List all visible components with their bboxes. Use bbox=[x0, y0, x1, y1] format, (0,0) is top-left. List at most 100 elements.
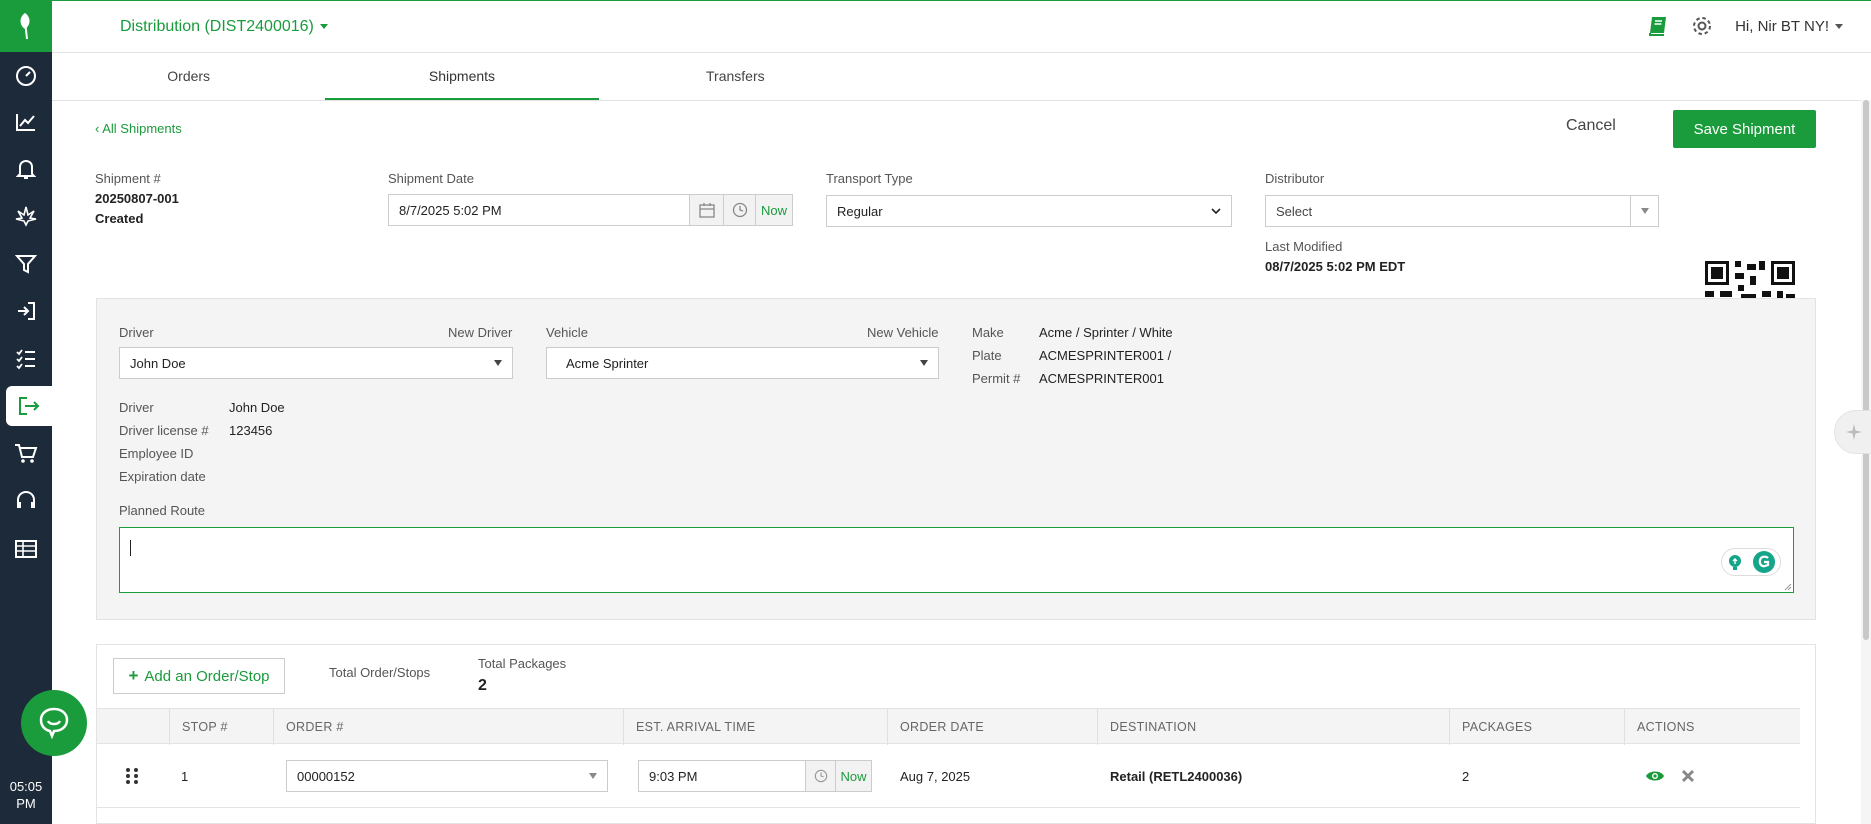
vehicle-label: Vehicle bbox=[546, 325, 588, 340]
top-bar: Distribution (DIST2400016) Hi, Nir BT NY… bbox=[52, 0, 1871, 53]
arrival-now-button[interactable]: Now bbox=[836, 760, 872, 792]
last-modified-value: 08/7/2025 5:02 PM EDT bbox=[1265, 259, 1406, 274]
gear-icon[interactable] bbox=[1691, 15, 1713, 37]
table-icon[interactable] bbox=[0, 529, 52, 569]
order-number-value: 00000152 bbox=[297, 768, 355, 784]
scrollbar-thumb[interactable] bbox=[1863, 100, 1869, 640]
plate-value: ACMESPRINTER001 / bbox=[1039, 348, 1172, 363]
info-driver-label: Driver bbox=[119, 400, 154, 415]
transport-type-select[interactable]: Regular bbox=[826, 195, 1232, 227]
planned-route-textarea[interactable] bbox=[119, 527, 1794, 593]
clock-period: PM bbox=[16, 796, 36, 811]
cart-icon[interactable] bbox=[0, 434, 52, 474]
tab-orders[interactable]: Orders bbox=[52, 54, 325, 100]
user-greeting[interactable]: Hi, Nir BT NY! bbox=[1735, 18, 1843, 35]
transport-type-value: Regular bbox=[837, 203, 883, 219]
clock-time: 05:05 bbox=[9, 779, 43, 794]
orders-table-header: STOP # ORDER # EST. ARRIVAL TIME ORDER D… bbox=[97, 708, 1800, 745]
plate-label: Plate bbox=[972, 348, 1002, 363]
make-label: Make bbox=[972, 325, 1004, 340]
back-to-shipments-link[interactable]: ‹ All Shipments bbox=[95, 121, 182, 136]
text-cursor bbox=[130, 540, 131, 556]
shipment-number: 20250807-001 bbox=[95, 191, 179, 206]
drag-handle-icon[interactable] bbox=[125, 744, 139, 808]
driver-select-value: John Doe bbox=[130, 355, 186, 371]
sparkle-icon bbox=[1846, 424, 1862, 440]
packages-count: 2 bbox=[1462, 768, 1470, 784]
total-packages-value: 2 bbox=[478, 677, 487, 694]
info-driver-value: John Doe bbox=[229, 400, 285, 415]
column-header[interactable]: EST. ARRIVAL TIME bbox=[623, 709, 887, 745]
lightbulb-icon bbox=[1729, 555, 1741, 570]
shipment-status: Created bbox=[95, 211, 144, 226]
order-date: Aug 7, 2025 bbox=[900, 768, 971, 784]
eye-icon[interactable] bbox=[1645, 744, 1665, 808]
caret-down-icon bbox=[589, 773, 597, 779]
remove-icon[interactable] bbox=[1681, 744, 1695, 808]
tab-transfers[interactable]: Transfers bbox=[599, 54, 872, 100]
calendar-icon[interactable] bbox=[690, 194, 724, 226]
resize-handle-icon[interactable] bbox=[1784, 583, 1792, 591]
bell-icon[interactable] bbox=[0, 149, 52, 189]
column-header[interactable]: STOP # bbox=[169, 709, 273, 745]
distributor-label: Distributor bbox=[1265, 171, 1325, 186]
last-modified-label: Last Modified bbox=[1265, 239, 1343, 254]
tab-shipments[interactable]: Shipments bbox=[325, 54, 599, 100]
back-link-label: All Shipments bbox=[102, 121, 182, 136]
destination: Retail (RETL2400036) bbox=[1110, 768, 1243, 784]
distributor-select[interactable]: Select bbox=[1265, 195, 1659, 227]
clock-icon[interactable] bbox=[806, 760, 836, 792]
column-header[interactable]: DESTINATION bbox=[1097, 709, 1449, 745]
caret-down-icon bbox=[494, 360, 502, 366]
cannabis-leaf-icon[interactable] bbox=[0, 196, 52, 236]
make-value: Acme / Sprinter / White bbox=[1039, 325, 1173, 340]
app-logo[interactable] bbox=[0, 0, 52, 52]
column-header[interactable]: PACKAGES bbox=[1449, 709, 1624, 745]
plus-icon: + bbox=[128, 666, 139, 685]
vehicle-select-value: Acme Sprinter bbox=[566, 355, 649, 371]
tab-divider bbox=[52, 100, 1871, 101]
total-stops-label: Total Order/Stops bbox=[329, 665, 431, 680]
help-chat-button[interactable] bbox=[21, 690, 87, 756]
caret-down-icon bbox=[1630, 196, 1658, 226]
filter-icon[interactable] bbox=[0, 244, 52, 284]
assistant-sparkle-button[interactable] bbox=[1834, 410, 1871, 454]
dashboard-icon[interactable] bbox=[0, 56, 52, 96]
order-number-select[interactable]: 00000152 bbox=[286, 760, 608, 792]
vehicle-select[interactable]: Acme Sprinter bbox=[546, 347, 939, 379]
clock: 05:05 PM bbox=[0, 778, 52, 812]
distribution-selector[interactable]: Distribution (DIST2400016) bbox=[120, 18, 328, 36]
license-label: Driver license # bbox=[119, 423, 209, 438]
headset-icon[interactable] bbox=[0, 481, 52, 521]
new-driver-link[interactable]: New Driver bbox=[448, 325, 512, 340]
analytics-icon[interactable] bbox=[0, 102, 52, 142]
planned-route-label: Planned Route bbox=[119, 503, 206, 518]
permit-value: ACMESPRINTER001 bbox=[1039, 371, 1164, 386]
date-now-button[interactable]: Now bbox=[756, 194, 793, 226]
driver-select[interactable]: John Doe bbox=[119, 347, 513, 379]
checklist-icon[interactable] bbox=[0, 339, 52, 379]
cancel-button[interactable]: Cancel bbox=[1566, 117, 1616, 135]
column-header[interactable]: ORDER DATE bbox=[887, 709, 1097, 745]
new-vehicle-link[interactable]: New Vehicle bbox=[867, 325, 939, 340]
book-icon[interactable] bbox=[1647, 15, 1669, 37]
shipment-date-input[interactable]: 8/7/2025 5:02 PM bbox=[388, 194, 690, 226]
arrival-time-input[interactable]: 9:03 PM bbox=[638, 760, 806, 792]
shipments-exit-icon[interactable] bbox=[6, 386, 52, 426]
greeting-text: Hi, Nir BT NY! bbox=[1735, 17, 1829, 35]
employee-id-label: Employee ID bbox=[119, 446, 194, 461]
leaf-logo-icon bbox=[20, 13, 30, 40]
save-shipment-button[interactable]: Save Shipment bbox=[1673, 110, 1816, 148]
total-packages-label: Total Packages bbox=[478, 656, 567, 671]
caret-down-icon bbox=[319, 24, 328, 30]
add-order-stop-button[interactable]: + Add an Order/Stop bbox=[113, 658, 285, 694]
expiration-date-label: Expiration date bbox=[119, 469, 206, 484]
column-header[interactable]: ORDER # bbox=[273, 709, 623, 745]
grammarly-widget[interactable] bbox=[1721, 548, 1781, 576]
table-row: 1 00000152 9:03 PM Now Aug 7, 2025 Retai… bbox=[97, 744, 1800, 808]
clock-icon[interactable] bbox=[724, 194, 756, 226]
permit-label: Permit # bbox=[972, 371, 1021, 386]
login-arrow-icon[interactable] bbox=[0, 291, 52, 331]
chat-bubble-icon bbox=[39, 707, 69, 740]
distribution-title: Distribution (DIST2400016) bbox=[120, 18, 314, 35]
